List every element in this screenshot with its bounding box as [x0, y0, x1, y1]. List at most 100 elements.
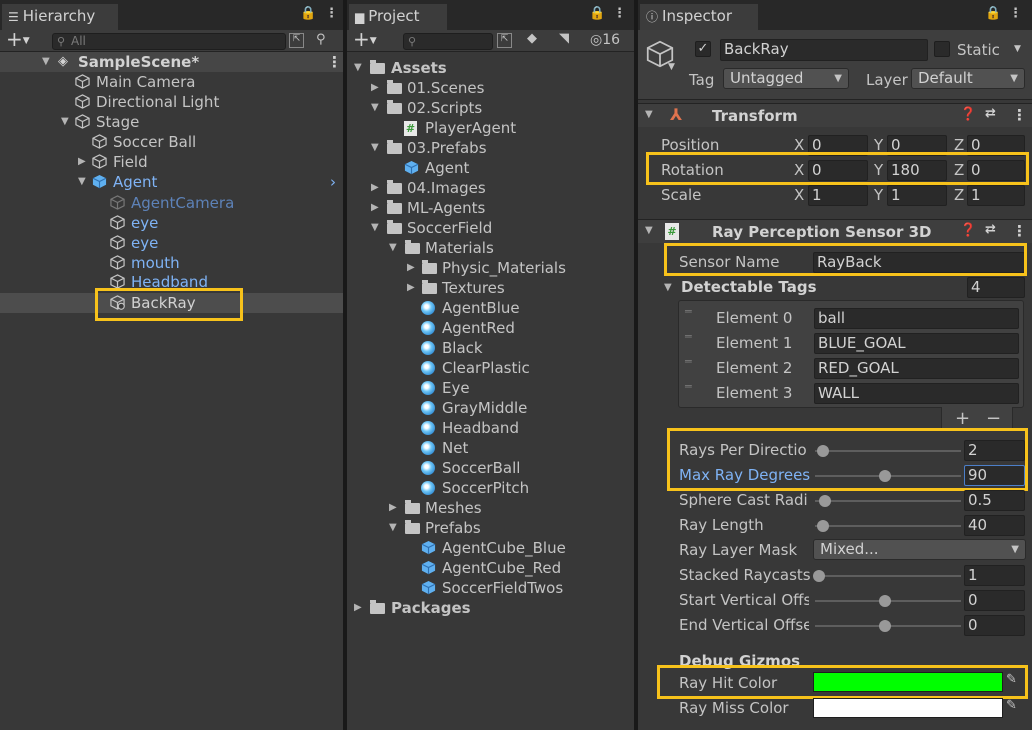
expand-arrow-icon[interactable]: ▶ [78, 152, 86, 172]
project-item[interactable]: SoccerBall [347, 458, 634, 478]
scale-y-field[interactable]: 1 [887, 185, 947, 206]
icon-dropdown-icon[interactable]: ▼ [668, 62, 675, 72]
project-item[interactable]: SoccerPitch [347, 478, 634, 498]
slider-knob[interactable] [879, 620, 891, 632]
project-item[interactable]: AgentRed [347, 318, 634, 338]
more-options-icon[interactable]: ⋮ [1009, 6, 1022, 21]
start-vertical-slider[interactable] [815, 590, 961, 612]
hierarchy-item[interactable]: eye [0, 213, 343, 233]
help-icon[interactable]: ❓ [960, 107, 976, 122]
end-vertical-slider[interactable] [815, 615, 961, 637]
static-dropdown-icon[interactable]: ▼ [1014, 44, 1021, 54]
project-item[interactable]: # PlayerAgent [347, 118, 634, 138]
scene-row[interactable]: ▼ ◈ SampleScene* ⋮ [0, 52, 343, 72]
sphere-cast-radius-field[interactable]: 0.5 [964, 490, 1025, 511]
hierarchy-item[interactable]: eye [0, 233, 343, 253]
sphere-slider[interactable] [815, 490, 961, 512]
project-item[interactable]: Black [347, 338, 634, 358]
search-type-icon[interactable]: ⇱ [497, 33, 512, 48]
inspector-tab[interactable]: ⓘ Inspector [640, 4, 758, 30]
collapse-arrow-icon[interactable]: ▼ [42, 52, 50, 72]
collapse-arrow-icon[interactable]: ▼ [78, 172, 86, 192]
project-item[interactable]: ▶ 01.Scenes [347, 78, 634, 98]
project-item[interactable]: ▼ Assets [347, 58, 634, 78]
hierarchy-item[interactable]: Main Camera [0, 72, 343, 92]
project-item[interactable]: ▶ Textures [347, 278, 634, 298]
transform-header[interactable]: ▼ ⅄ Transform ❓ ⇄ ⋮ [638, 103, 1032, 127]
slider-knob[interactable] [817, 520, 829, 532]
project-item[interactable]: ▶ Physic_Materials [347, 258, 634, 278]
expand-arrow-icon[interactable]: ▶ [371, 198, 379, 218]
more-options-icon[interactable]: ⋮ [325, 6, 338, 21]
object-name-field[interactable]: BackRay [720, 39, 928, 61]
hierarchy-item[interactable]: AgentCamera [0, 193, 343, 213]
hidden-packages-icon[interactable]: ◎16 [590, 32, 620, 48]
lock-icon[interactable]: 🔒 [300, 6, 316, 21]
collapse-arrow-icon[interactable]: ▼ [61, 112, 69, 132]
scene-filter-icon[interactable]: ⚲ [316, 32, 326, 47]
hierarchy-item[interactable]: ▼ Agent › [0, 172, 343, 192]
layer-dropdown[interactable]: Default [911, 68, 1025, 89]
project-search-input[interactable]: ⚲ [403, 33, 493, 50]
hierarchy-item[interactable]: ▼ Stage [0, 112, 343, 132]
element-field[interactable]: BLUE_GOAL [814, 333, 1019, 354]
element-field[interactable]: WALL [814, 383, 1019, 404]
project-item[interactable]: Net [347, 438, 634, 458]
collapse-arrow-icon[interactable]: ▼ [389, 238, 397, 258]
project-item[interactable]: ClearPlastic [347, 358, 634, 378]
drag-handle-icon[interactable]: ═ [685, 380, 692, 393]
project-item[interactable]: SoccerFieldTwos [347, 578, 634, 598]
lock-icon[interactable]: 🔒 [589, 6, 605, 21]
more-options-icon[interactable]: ⋮ [613, 6, 626, 21]
collapse-arrow-icon[interactable]: ▼ [389, 518, 397, 538]
add-element-button[interactable]: + [955, 408, 970, 429]
expand-arrow-icon[interactable]: ▶ [389, 498, 397, 518]
project-item[interactable]: ▶ 04.Images [347, 178, 634, 198]
collapse-arrow-icon[interactable]: ▼ [645, 109, 653, 120]
slider-knob[interactable] [819, 495, 831, 507]
scale-x-field[interactable]: 1 [808, 185, 868, 206]
project-item[interactable]: ▶ ML-Agents [347, 198, 634, 218]
ray-length-field[interactable]: 40 [964, 515, 1025, 536]
tags-count-field[interactable]: 4 [967, 277, 1025, 298]
project-item[interactable]: ▶ Meshes [347, 498, 634, 518]
remove-element-button[interactable]: − [986, 408, 1001, 429]
hierarchy-item[interactable]: ▶ Field [0, 152, 343, 172]
project-item[interactable]: ▶ Packages [347, 598, 634, 618]
drag-handle-icon[interactable]: ═ [685, 355, 692, 368]
length-slider[interactable] [815, 515, 961, 537]
stacked-raycasts-field[interactable]: 1 [964, 565, 1025, 586]
lock-icon[interactable]: 🔒 [985, 6, 1001, 21]
project-item[interactable]: AgentCube_Blue [347, 538, 634, 558]
expand-arrow-icon[interactable]: ▶ [354, 598, 362, 618]
project-item[interactable]: Headband [347, 418, 634, 438]
slider-knob[interactable] [879, 595, 891, 607]
element-field[interactable]: ball [814, 308, 1019, 329]
preset-icon[interactable]: ⇄ [985, 106, 996, 121]
ray-layer-mask-dropdown[interactable]: Mixed... [813, 539, 1026, 560]
project-item[interactable]: ▼ 03.Prefabs [347, 138, 634, 158]
project-item[interactable]: ▼ Prefabs [347, 518, 634, 538]
preset-icon[interactable]: ⇄ [985, 222, 996, 237]
search-type-icon[interactable]: ⇱ [289, 33, 304, 48]
project-item[interactable]: GrayMiddle [347, 398, 634, 418]
ray-miss-color-swatch[interactable] [813, 698, 1003, 718]
scene-options-icon[interactable]: ⋮ [327, 52, 342, 72]
project-item[interactable]: AgentCube_Red [347, 558, 634, 578]
collapse-arrow-icon[interactable]: ▼ [664, 282, 672, 293]
expand-arrow-icon[interactable]: ▶ [371, 178, 379, 198]
project-item[interactable]: ▼ SoccerField [347, 218, 634, 238]
hierarchy-search-input[interactable]: ⚲ All [52, 33, 286, 50]
project-item[interactable]: Eye [347, 378, 634, 398]
collapse-arrow-icon[interactable]: ▼ [371, 138, 379, 158]
add-button[interactable]: +▼ [6, 27, 30, 51]
component-menu-icon[interactable]: ⋮ [1012, 222, 1027, 240]
drag-handle-icon[interactable]: ═ [685, 330, 692, 343]
expand-arrow-icon[interactable]: ▶ [407, 278, 415, 298]
ray-sensor-header[interactable]: ▼ # Ray Perception Sensor 3D ❓ ⇄ ⋮ [638, 219, 1032, 243]
help-icon[interactable]: ❓ [960, 223, 976, 238]
project-item[interactable]: Agent [347, 158, 634, 178]
stacked-slider[interactable] [813, 565, 961, 587]
hierarchy-item[interactable]: Soccer Ball [0, 132, 343, 152]
component-menu-icon[interactable]: ⋮ [1012, 106, 1027, 124]
